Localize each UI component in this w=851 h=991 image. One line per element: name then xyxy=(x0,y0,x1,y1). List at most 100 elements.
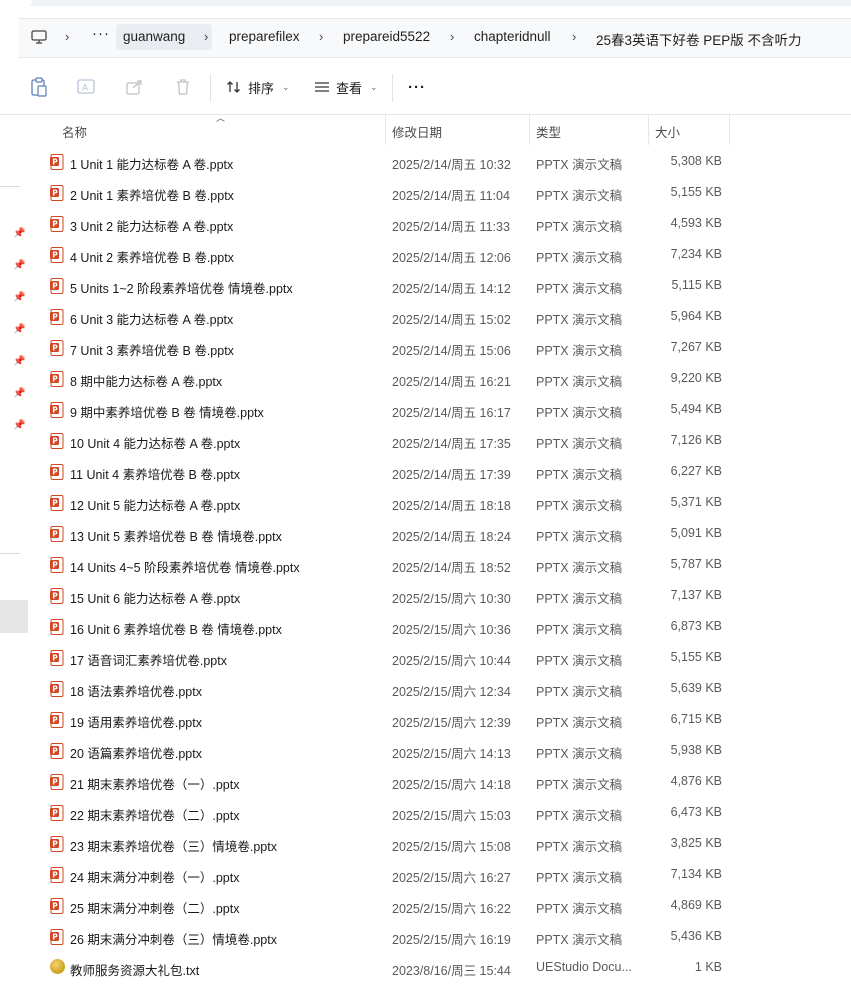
chevron-right-icon[interactable]: › xyxy=(572,29,576,44)
file-name: 10 Unit 4 能力达标卷 A 卷.pptx xyxy=(70,437,241,451)
column-resize-handle[interactable] xyxy=(729,115,730,145)
pptx-icon: P xyxy=(50,247,64,263)
nav-item-selected[interactable] xyxy=(0,600,28,633)
address-bar[interactable]: › ··· guanwang › preparefilex › preparei… xyxy=(18,18,851,58)
file-row[interactable]: P 7 Unit 3 素养培优卷 B 卷.pptx 2025/2/14/周五 15:… xyxy=(30,332,851,363)
file-row[interactable]: P 2 Unit 1 素养培优卷 B 卷.pptx 2025/2/14/周五 11:… xyxy=(30,177,851,208)
svg-text:P: P xyxy=(52,468,58,477)
column-resize-handle[interactable] xyxy=(648,115,649,145)
file-size: 7,234 KB xyxy=(670,247,722,261)
file-row[interactable]: P 14 Units 4~5 阶段素养培优卷 情境卷.pptx 2025/2/14/… xyxy=(30,549,851,580)
file-row[interactable]: 教师服务资源大礼包.txt 2023/8/16/周三 15:44 UEStudio … xyxy=(30,952,851,983)
file-list: P 1 Unit 1 能力达标卷 A 卷.pptx 2025/2/14/周五 10:… xyxy=(30,146,851,983)
column-resize-handle[interactable] xyxy=(529,115,530,145)
file-row[interactable]: P 4 Unit 2 素养培优卷 B 卷.pptx 2025/2/14/周五 12:… xyxy=(30,239,851,270)
file-size: 5,639 KB xyxy=(670,681,722,695)
file-row[interactable]: P 15 Unit 6 能力达标卷 A 卷.pptx 2025/2/15/周六 10… xyxy=(30,580,851,611)
delete-icon[interactable] xyxy=(172,76,194,98)
file-row[interactable]: P 19 语用素养培优卷.pptx 2025/2/15/周六 12:39 PPTX 演… xyxy=(30,704,851,735)
breadcrumb-item-current[interactable]: 25春3英语下好卷 PEP版 不含听力 xyxy=(596,29,802,49)
file-row[interactable]: P 21 期末素养培优卷（一）.pptx 2025/2/15/周六 14:18 PPT… xyxy=(30,766,851,797)
navigation-pane: 📌 📌 📌 📌 📌 📌 📌 xyxy=(0,115,28,991)
chevron-right-icon[interactable]: › xyxy=(204,29,208,44)
view-button[interactable]: 查看 ⌄ xyxy=(314,76,378,98)
pin-icon[interactable]: 📌 xyxy=(13,292,25,304)
file-row[interactable]: P 9 期中素养培优卷 B 卷 情境卷.pptx 2025/2/14/周五 16:1… xyxy=(30,394,851,425)
file-size: 6,873 KB xyxy=(670,619,722,633)
sort-button[interactable]: 排序 ⌄ xyxy=(226,76,290,98)
file-row[interactable]: P 13 Unit 5 素养培优卷 B 卷 情境卷.pptx 2025/2/14/周… xyxy=(30,518,851,549)
breadcrumb-more-button[interactable]: ··· xyxy=(92,25,110,42)
file-name: 12 Unit 5 能力达标卷 A 卷.pptx xyxy=(70,499,241,513)
svg-text:P: P xyxy=(52,158,58,167)
file-date: 2025/2/15/周六 12:39 xyxy=(392,716,511,730)
file-row[interactable]: P 3 Unit 2 能力达标卷 A 卷.pptx 2025/2/14/周五 11:… xyxy=(30,208,851,239)
file-row[interactable]: P 5 Units 1~2 阶段素养培优卷 情境卷.pptx 2025/2/14/周… xyxy=(30,270,851,301)
column-header-type[interactable]: 类型 xyxy=(536,122,561,141)
rename-icon[interactable]: A xyxy=(76,76,98,98)
share-icon[interactable] xyxy=(124,76,146,98)
file-row[interactable]: P 18 语法素养培优卷.pptx 2025/2/15/周六 12:34 PPTX 演… xyxy=(30,673,851,704)
file-row[interactable]: P 12 Unit 5 能力达标卷 A 卷.pptx 2025/2/14/周五 18… xyxy=(30,487,851,518)
file-row[interactable]: P 24 期末满分冲刺卷（一）.pptx 2025/2/15/周六 16:27 PPT… xyxy=(30,859,851,890)
column-header-date[interactable]: 修改日期 xyxy=(392,122,442,141)
pptx-icon: P xyxy=(50,805,64,821)
pin-icon[interactable]: 📌 xyxy=(13,420,25,432)
pptx-icon: P xyxy=(50,898,64,914)
breadcrumb-item[interactable]: prepareid5522 xyxy=(343,29,430,44)
file-row[interactable]: P 26 期末满分冲刺卷（三）情境卷.pptx 2025/2/15/周六 16:19… xyxy=(30,921,851,952)
chevron-right-icon[interactable]: › xyxy=(450,29,454,44)
view-label: 查看 xyxy=(336,80,363,96)
file-row[interactable]: P 20 语篇素养培优卷.pptx 2025/2/15/周六 14:13 PPTX 演… xyxy=(30,735,851,766)
file-size: 5,436 KB xyxy=(670,929,722,943)
file-date: 2025/2/14/周五 18:52 xyxy=(392,561,511,575)
breadcrumb-item[interactable]: chapteridnull xyxy=(474,29,551,44)
pptx-icon: P xyxy=(50,619,64,635)
pin-icon[interactable]: 📌 xyxy=(13,388,25,400)
breadcrumb-item[interactable]: guanwang xyxy=(123,29,185,44)
file-row[interactable]: P 25 期末满分冲刺卷（二）.pptx 2025/2/15/周六 16:22 PPT… xyxy=(30,890,851,921)
file-date: 2025/2/14/周五 16:21 xyxy=(392,375,511,389)
file-row[interactable]: P 10 Unit 4 能力达标卷 A 卷.pptx 2025/2/14/周五 17… xyxy=(30,425,851,456)
breadcrumb-item[interactable]: preparefilex xyxy=(229,29,300,44)
column-header-name[interactable]: 名称 xyxy=(62,122,87,141)
svg-text:P: P xyxy=(52,251,58,260)
file-row[interactable]: P 8 期中能力达标卷 A 卷.pptx 2025/2/14/周五 16:21 PPT… xyxy=(30,363,851,394)
file-type: PPTX 演示文稿 xyxy=(536,902,623,916)
file-row[interactable]: P 11 Unit 4 素养培优卷 B 卷.pptx 2025/2/14/周五 17… xyxy=(30,456,851,487)
svg-text:P: P xyxy=(52,902,58,911)
chevron-right-icon[interactable]: › xyxy=(319,29,323,44)
file-row[interactable]: P 1 Unit 1 能力达标卷 A 卷.pptx 2025/2/14/周五 10:… xyxy=(30,146,851,177)
file-date: 2025/2/14/周五 17:39 xyxy=(392,468,511,482)
file-size: 7,267 KB xyxy=(670,340,722,354)
file-date: 2025/2/14/周五 12:06 xyxy=(392,251,511,265)
file-type: PPTX 演示文稿 xyxy=(536,344,623,358)
svg-text:P: P xyxy=(52,809,58,818)
file-type: PPTX 演示文稿 xyxy=(536,747,623,761)
svg-text:P: P xyxy=(52,530,58,539)
chevron-right-icon[interactable]: › xyxy=(65,29,69,44)
file-date: 2025/2/15/周六 10:30 xyxy=(392,592,511,606)
pin-icon[interactable]: 📌 xyxy=(13,260,25,272)
file-size: 5,494 KB xyxy=(670,402,722,416)
pptx-icon: P xyxy=(50,309,64,325)
txt-file-icon xyxy=(50,959,65,974)
file-row[interactable]: P 16 Unit 6 素养培优卷 B 卷 情境卷.pptx 2025/2/15/周… xyxy=(30,611,851,642)
column-header-size[interactable]: 大小 xyxy=(655,122,680,141)
pin-icon[interactable]: 📌 xyxy=(13,324,25,336)
paste-icon[interactable] xyxy=(28,76,50,98)
file-row[interactable]: P 17 语音词汇素养培优卷.pptx 2025/2/15/周六 10:44 PPTX… xyxy=(30,642,851,673)
column-resize-handle[interactable] xyxy=(385,115,386,145)
file-date: 2025/2/14/周五 11:04 xyxy=(392,189,510,203)
svg-text:P: P xyxy=(52,344,58,353)
file-row[interactable]: P 23 期末素养培优卷（三）情境卷.pptx 2025/2/15/周六 15:08… xyxy=(30,828,851,859)
file-name: 21 期末素养培优卷（一）.pptx xyxy=(70,778,240,792)
file-row[interactable]: P 22 期末素养培优卷（二）.pptx 2025/2/15/周六 15:03 PPT… xyxy=(30,797,851,828)
more-options-button[interactable]: ··· xyxy=(408,76,426,98)
pin-icon[interactable]: 📌 xyxy=(13,228,25,240)
this-pc-icon[interactable] xyxy=(31,29,47,45)
file-row[interactable]: P 6 Unit 3 能力达标卷 A 卷.pptx 2025/2/14/周五 15:… xyxy=(30,301,851,332)
tab-partial[interactable] xyxy=(0,0,32,6)
svg-text:P: P xyxy=(52,189,58,198)
pin-icon[interactable]: 📌 xyxy=(13,356,25,368)
